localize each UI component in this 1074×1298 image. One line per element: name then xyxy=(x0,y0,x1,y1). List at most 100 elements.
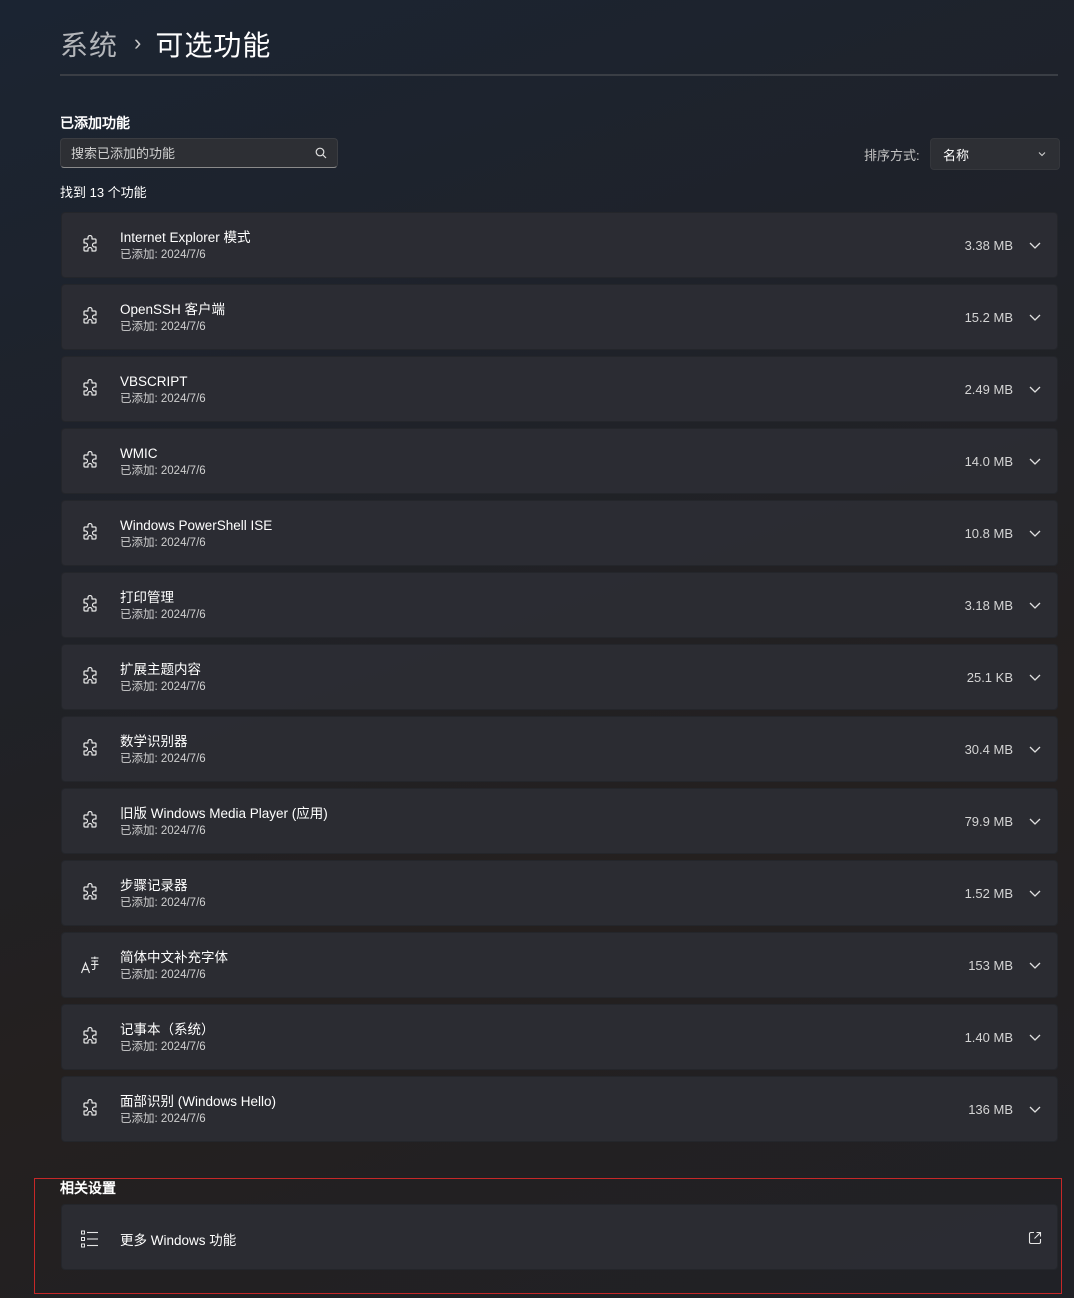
feature-row[interactable]: 简体中文补充字体 已添加: 2024/7/6 153 MB xyxy=(61,932,1058,998)
header-divider xyxy=(60,74,1058,76)
chevron-down-icon[interactable] xyxy=(1027,1029,1043,1045)
feature-row[interactable]: 面部识别 (Windows Hello) 已添加: 2024/7/6 136 MB xyxy=(61,1076,1058,1142)
chevron-down-icon[interactable] xyxy=(1027,885,1043,901)
feature-row[interactable]: Windows PowerShell ISE 已添加: 2024/7/6 10.8 … xyxy=(61,500,1058,566)
feature-row[interactable]: 扩展主题内容 已添加: 2024/7/6 25.1 KB xyxy=(61,644,1058,710)
puzzle-gear-icon xyxy=(80,234,100,255)
feature-size: 2.49 MB xyxy=(964,382,1013,397)
feature-list: Internet Explorer 模式 已添加: 2024/7/6 3.38 MB… xyxy=(61,212,1058,1148)
feature-row[interactable]: 记事本（系统） 已添加: 2024/7/6 1.40 MB xyxy=(61,1004,1058,1070)
feature-text: 打印管理 已添加: 2024/7/6 xyxy=(120,589,206,623)
feature-name: 旧版 Windows Media Player (应用) xyxy=(120,806,328,821)
feature-row[interactable]: VBSCRIPT 已添加: 2024/7/6 2.49 MB xyxy=(61,356,1058,422)
feature-text: Internet Explorer 模式 已添加: 2024/7/6 xyxy=(120,229,251,263)
feature-row[interactable]: 数学识别器已添加: 2024/7/6 30.4 MB xyxy=(61,716,1058,782)
chevron-down-icon[interactable] xyxy=(1027,453,1043,469)
feature-name: 简体中文补充字体 xyxy=(120,950,228,965)
feature-text: 简体中文补充字体 已添加: 2024/7/6 xyxy=(120,949,228,983)
feature-text: 面部识别 (Windows Hello) 已添加: 2024/7/6 xyxy=(120,1093,276,1127)
puzzle-gear-icon xyxy=(80,378,100,399)
puzzle-gear-icon xyxy=(80,450,100,471)
feature-text: 扩展主题内容 已添加: 2024/7/6 xyxy=(120,661,206,695)
feature-row[interactable]: WMIC 已添加: 2024/7/6 14.0 MB xyxy=(61,428,1058,494)
more-windows-features-link[interactable]: 更多 Windows 功能 xyxy=(61,1204,1058,1270)
chevron-down-icon[interactable] xyxy=(1027,1101,1043,1117)
sort-dropdown[interactable]: 名称 xyxy=(930,138,1060,170)
feature-name: 记事本（系统） xyxy=(120,1022,215,1037)
feature-date: 已添加: 2024/7/6 xyxy=(120,1041,206,1053)
feature-size: 15.2 MB xyxy=(964,310,1013,325)
chevron-down-icon[interactable] xyxy=(1027,741,1043,757)
puzzle-gear-icon xyxy=(80,738,100,759)
breadcrumb-parent-link[interactable]: 系统 xyxy=(60,24,118,64)
feature-size: 136 MB xyxy=(968,1102,1013,1117)
chevron-down-icon[interactable] xyxy=(1027,669,1043,685)
chevron-down-icon[interactable] xyxy=(1027,957,1043,973)
feature-name: 打印管理 xyxy=(120,590,174,605)
feature-size: 3.18 MB xyxy=(964,598,1013,613)
feature-row[interactable]: 打印管理 已添加: 2024/7/6 3.18 MB xyxy=(61,572,1058,638)
feature-row[interactable]: OpenSSH 客户端 已添加: 2024/7/6 15.2 MB xyxy=(61,284,1058,350)
feature-name: Internet Explorer 模式 xyxy=(120,230,251,245)
feature-name: WMIC xyxy=(120,446,158,461)
sort-label: 排序方式: xyxy=(864,148,920,163)
chevron-down-icon[interactable] xyxy=(1027,525,1043,541)
result-count: 找到 13 个功能 xyxy=(60,185,147,200)
feature-size: 79.9 MB xyxy=(964,814,1013,829)
feature-date: 已添加: 2024/7/6 xyxy=(120,681,206,693)
puzzle-gear-icon xyxy=(80,1026,100,1047)
feature-text: Windows PowerShell ISE 已添加: 2024/7/6 xyxy=(120,517,272,551)
feature-row[interactable]: 旧版 Windows Media Player (应用) 已添加: 2024/7/… xyxy=(61,788,1058,854)
feature-name: 面部识别 (Windows Hello) xyxy=(120,1094,277,1109)
feature-name: VBSCRIPT xyxy=(120,374,188,389)
feature-size: 14.0 MB xyxy=(964,454,1013,469)
feature-name: Windows PowerShell ISE xyxy=(120,518,273,533)
feature-size: 1.40 MB xyxy=(964,1030,1013,1045)
puzzle-gear-icon xyxy=(80,522,100,543)
feature-date: 已添加: 2024/7/6 xyxy=(120,537,206,549)
feature-text: 步骤记录器已添加: 2024/7/6 xyxy=(120,877,206,911)
feature-size: 25.1 KB xyxy=(966,670,1013,685)
feature-text: WMIC 已添加: 2024/7/6 xyxy=(120,445,206,479)
feature-name: 扩展主题内容 xyxy=(120,662,201,677)
feature-text: 数学识别器已添加: 2024/7/6 xyxy=(120,733,206,767)
chevron-down-icon xyxy=(1037,147,1047,162)
feature-text: 旧版 Windows Media Player (应用) 已添加: 2024/7/… xyxy=(120,805,328,839)
puzzle-gear-icon xyxy=(80,810,100,831)
feature-date: 已添加: 2024/7/6 xyxy=(120,969,206,981)
chevron-down-icon[interactable] xyxy=(1027,597,1043,613)
feature-date: 已添加: 2024/7/6 xyxy=(120,897,206,909)
feature-name: OpenSSH 客户端 xyxy=(120,302,226,317)
feature-date: 已添加: 2024/7/6 xyxy=(120,249,206,261)
feature-row[interactable]: 步骤记录器 已添加: 2024/7/6 1.52 MB xyxy=(61,860,1058,926)
puzzle-gear-icon xyxy=(80,882,100,903)
puzzle-gear-icon xyxy=(80,594,100,615)
feature-text: OpenSSH 客户端 已添加: 2024/7/6 xyxy=(120,301,225,335)
added-features-heading: 已添加功能 xyxy=(60,115,130,131)
chevron-down-icon[interactable] xyxy=(1027,309,1043,325)
chevron-down-icon[interactable] xyxy=(1027,813,1043,829)
feature-size: 10.8 MB xyxy=(964,526,1013,541)
feature-text: 记事本（系统） 已添加: 2024/7/6 xyxy=(120,1021,215,1055)
search-icon[interactable] xyxy=(311,143,331,163)
more-windows-features-label: 更多 Windows 功能 xyxy=(120,1233,237,1248)
list-icon xyxy=(80,1229,100,1249)
feature-name: 步骤记录器 xyxy=(120,878,188,893)
font-icon xyxy=(80,955,100,975)
puzzle-gear-icon xyxy=(80,666,100,687)
search-box[interactable] xyxy=(60,138,338,168)
feature-date: 已添加: 2024/7/6 xyxy=(120,753,206,765)
chevron-down-icon[interactable] xyxy=(1027,237,1043,253)
search-input[interactable] xyxy=(61,144,311,162)
chevron-down-icon[interactable] xyxy=(1027,381,1043,397)
feature-date: 已添加: 2024/7/6 xyxy=(120,321,206,333)
feature-name: 数学识别器 xyxy=(120,734,188,749)
breadcrumb: 系统 › 可选功能 xyxy=(60,24,271,64)
feature-size: 3.38 MB xyxy=(964,238,1013,253)
feature-date: 已添加: 2024/7/6 xyxy=(120,1113,206,1125)
feature-row[interactable]: Internet Explorer 模式 已添加: 2024/7/6 3.38 MB xyxy=(61,212,1058,278)
feature-size: 30.4 MB xyxy=(964,742,1013,757)
feature-size: 153 MB xyxy=(968,958,1013,973)
feature-date: 已添加: 2024/7/6 xyxy=(120,465,206,477)
feature-text: VBSCRIPT 已添加: 2024/7/6 xyxy=(120,373,206,407)
